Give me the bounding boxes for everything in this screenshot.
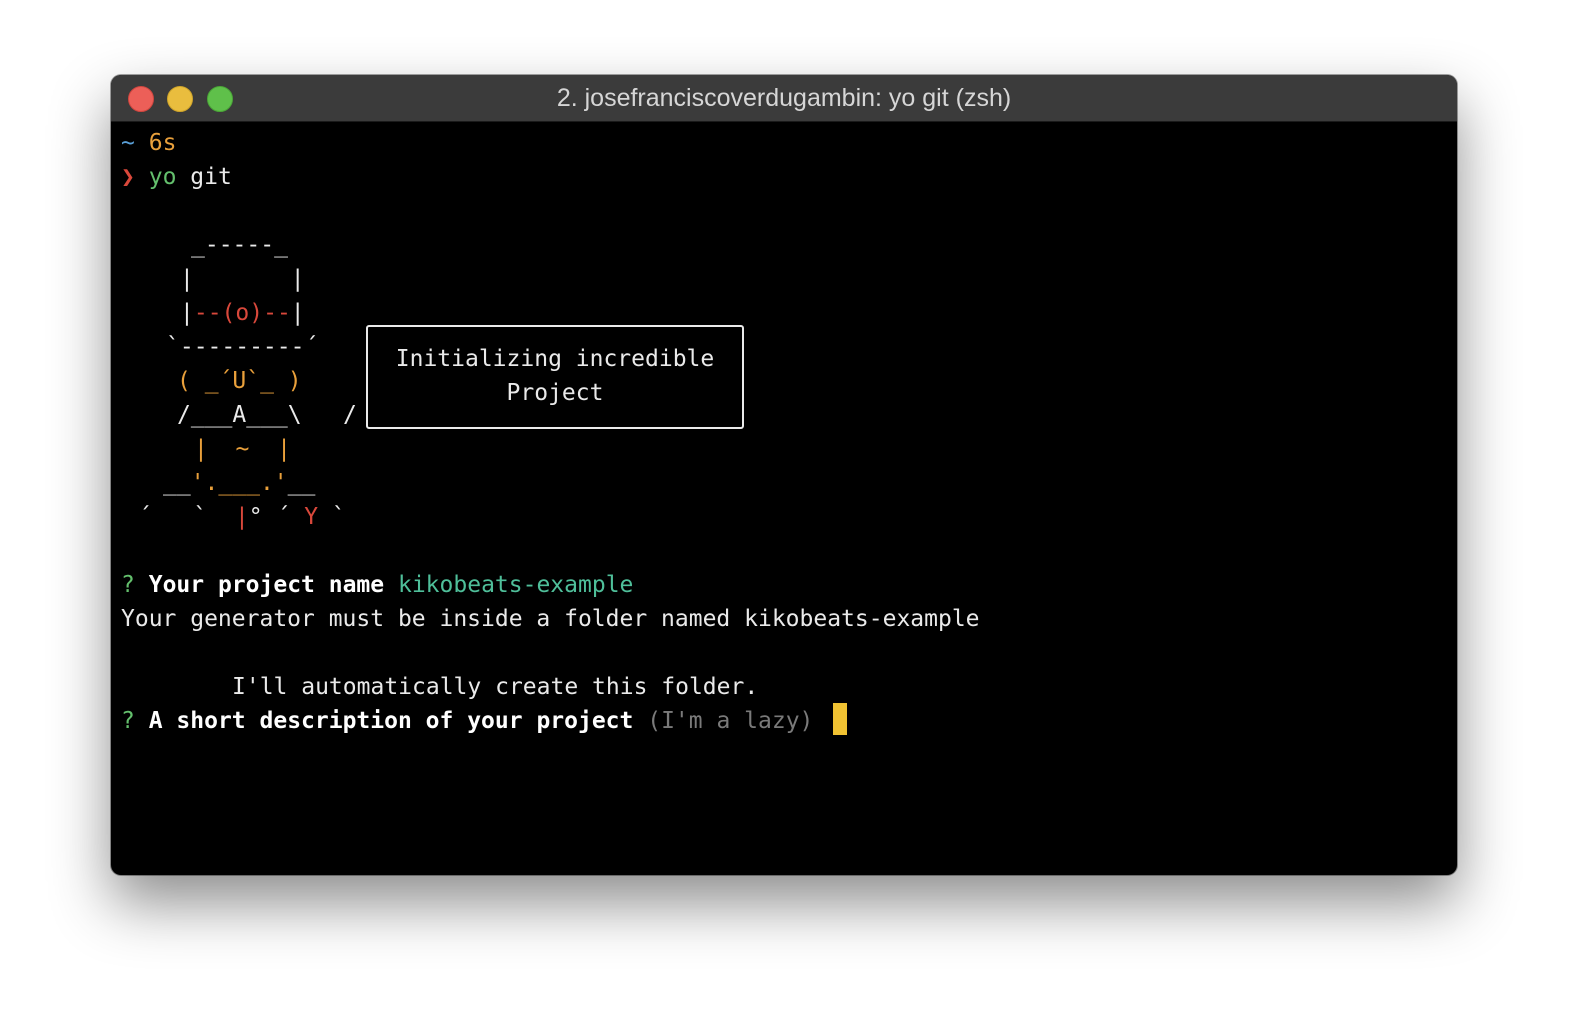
art-line-feet: ´ ` |° ´ Y ` <box>138 504 346 530</box>
art-line-eye: |--(o)--| <box>180 300 305 326</box>
art-line: | ~ | <box>194 436 291 462</box>
question-mark-icon: ? <box>121 572 135 598</box>
home-dir-symbol: ~ <box>121 130 135 156</box>
bubble-text-line1: Initializing incredible <box>395 346 715 372</box>
question-project-name: ? Your project name kikobeats-example <box>121 568 633 602</box>
question-mark-icon: ? <box>121 708 135 734</box>
info-create-folder-message: I'll automatically create this folder. <box>232 674 759 700</box>
art-line-body: __'.___.'__ <box>163 470 316 496</box>
art-line: `---------´ <box>166 334 319 360</box>
window-title: 2. josefranciscoverdugambin: yo git (zsh… <box>556 84 1012 112</box>
terminal-content[interactable]: ~ 6s ❯ yo git _-----_ | | |--(o)--| `---… <box>111 122 1457 875</box>
bubble-text-line2: Project <box>506 380 604 406</box>
art-line-arm: / <box>343 402 357 428</box>
art-line: _-----_ <box>191 232 288 258</box>
question-description: ? A short description of your project (I… <box>121 704 813 738</box>
prompt-status-line: ~ 6s <box>121 126 176 160</box>
prompt-arrow-icon: ❯ <box>121 164 135 190</box>
question-label: A short description of your project <box>148 708 634 734</box>
command-line: ❯ yo git <box>121 160 232 194</box>
art-line: /___A___\ <box>177 402 302 428</box>
command-duration: 6s <box>148 130 177 156</box>
yeoman-speech-bubble: Initializing incredible Project <box>366 325 744 429</box>
info-folder-message: Your generator must be inside a folder n… <box>121 606 980 632</box>
text-cursor[interactable] <box>833 703 847 735</box>
description-default-value: (I'm a lazy) <box>647 708 814 734</box>
project-name-answer: kikobeats-example <box>397 572 634 598</box>
title-bar[interactable]: 2. josefranciscoverdugambin: yo git (zsh… <box>111 75 1457 122</box>
question-label: Your project name <box>148 572 385 598</box>
art-line: | | <box>180 266 305 292</box>
art-line: ( _´U`_ ) <box>177 368 302 394</box>
command-arg: git <box>190 164 232 190</box>
terminal-window[interactable]: 2. josefranciscoverdugambin: yo git (zsh… <box>111 75 1457 875</box>
command-yo: yo <box>148 164 177 190</box>
